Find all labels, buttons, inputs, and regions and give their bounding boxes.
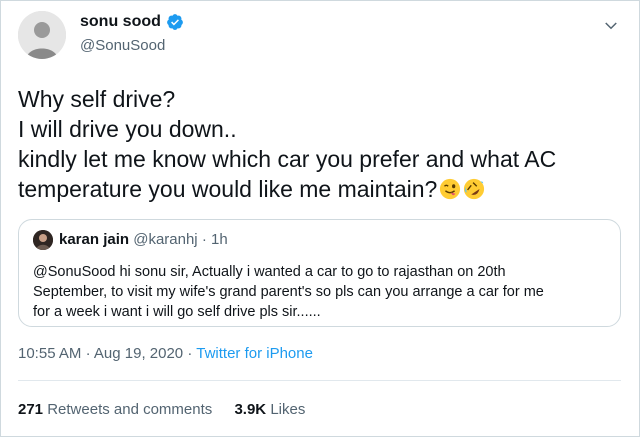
retweets-count: 271	[18, 401, 44, 418]
divider	[18, 380, 621, 381]
author-name-row: sonu sood	[80, 13, 184, 31]
quoted-author-handle[interactable]: @karanhj	[133, 231, 197, 248]
avatar-photo-icon	[33, 230, 53, 250]
quoted-separator: ·	[201, 231, 207, 248]
meta-separator: ·	[187, 345, 193, 362]
quoted-tweet[interactable]: karan jain @karanhj · 1h @SonuSood hi so…	[18, 219, 621, 327]
tweet-text-line-content: temperature you would like me maintain?	[18, 176, 438, 202]
tweet-text-line: Why self drive?	[18, 86, 176, 112]
tweet-time[interactable]: 10:55 AM	[18, 345, 81, 362]
retweets-stat[interactable]: 271 Retweets and comments	[18, 401, 216, 418]
likes-count: 3.9K	[234, 401, 267, 418]
quoted-author-name[interactable]: karan jain	[59, 231, 129, 248]
author-avatar[interactable]	[18, 11, 66, 59]
tweet-text-line: kindly let me know which car you prefer …	[18, 146, 557, 172]
chevron-down-icon[interactable]	[602, 17, 620, 35]
tweet-meta: 10:55 AM · Aug 19, 2020 · Twitter for iP…	[18, 345, 313, 362]
likes-label: Likes	[270, 401, 306, 418]
source-app-link[interactable]: Twitter for iPhone	[196, 345, 313, 362]
tweet-date[interactable]: Aug 19, 2020	[94, 345, 183, 362]
meta-separator: ·	[85, 345, 91, 362]
tweet-stats: 271 Retweets and comments 3.9K Likes	[18, 401, 323, 418]
tweet-text-line: I will drive you down..	[18, 116, 237, 142]
quoted-text-line: September, to visit my wife's grand pare…	[33, 284, 544, 300]
tweet-text-line-last: temperature you would like me maintain?	[18, 174, 618, 204]
author-handle[interactable]: @SonuSood	[80, 37, 165, 54]
tweet-text: Why self drive? I will drive you down.. …	[18, 84, 618, 204]
quoted-tweet-header: karan jain @karanhj · 1h	[59, 231, 228, 248]
verified-badge-icon	[167, 14, 183, 30]
winking-face-with-tongue-icon	[440, 178, 461, 200]
quoted-author-avatar[interactable]	[33, 230, 53, 250]
likes-stat[interactable]: 3.9K Likes	[234, 401, 305, 418]
quoted-text-line: @SonuSood hi sonu sir, Actually i wanted…	[33, 264, 506, 280]
quoted-timestamp[interactable]: 1h	[211, 231, 228, 248]
retweets-label: Retweets and comments	[47, 401, 213, 418]
quoted-text-line: for a week i want i will go self drive p…	[33, 304, 321, 320]
quoted-tweet-text: @SonuSood hi sonu sir, Actually i wanted…	[33, 262, 608, 322]
author-display-name[interactable]: sonu sood	[80, 13, 161, 31]
avatar-photo-icon	[18, 11, 66, 59]
rolling-on-floor-laughing-icon	[464, 178, 485, 200]
